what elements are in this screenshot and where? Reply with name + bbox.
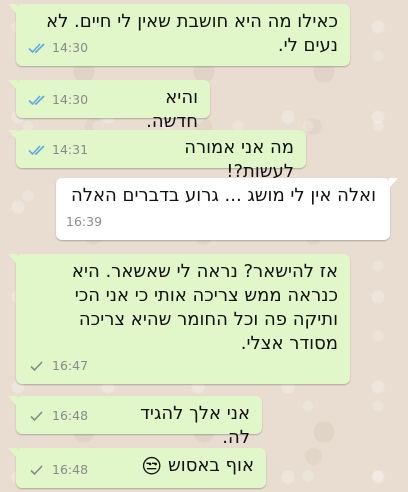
message-time: 14:31	[52, 142, 89, 157]
message-meta: 14:31	[28, 138, 88, 162]
single-check-icon	[28, 410, 48, 422]
message-meta: 14:30	[28, 88, 88, 112]
message-meta: 16:47	[28, 354, 88, 378]
message-time: 16:39	[66, 214, 103, 229]
unamused-face-emoji: 😒	[141, 454, 163, 478]
message-meta: 14:30	[28, 36, 88, 60]
single-check-icon	[28, 464, 48, 476]
message-meta: 16:48	[28, 404, 88, 428]
single-check-icon	[28, 360, 48, 372]
message-time: 16:47	[52, 358, 89, 373]
double-check-icon	[28, 42, 48, 54]
double-check-icon	[28, 94, 48, 106]
message-meta: 16:48	[28, 458, 88, 482]
message-text: אוף באסוש	[168, 455, 254, 476]
message-meta: 16:39	[66, 210, 102, 234]
message-text: ואלה אין לי מושג ... גרוע בדברים האלה	[71, 185, 376, 206]
double-check-icon	[28, 144, 48, 156]
message-bubble-outgoing[interactable]: והיא חדשה. 14:30	[8, 80, 210, 132]
message-bubble-incoming[interactable]: ואלה אין לי מושג ... גרוע בדברים האלה 16…	[56, 178, 398, 240]
message-bubble-outgoing[interactable]: אני אלך להגיד לה. 16:48	[8, 396, 262, 448]
message-time: 14:30	[52, 40, 89, 55]
message-bubble-outgoing[interactable]: אוף באסוש 😒 16:48	[8, 448, 266, 488]
message-bubble-outgoing[interactable]: אז להישאר? נראה לי שאשאר. היא כנראה ממש …	[8, 254, 350, 384]
message-bubble-outgoing[interactable]: מה אני אמורה לעשות?! 14:31	[8, 130, 306, 182]
message-time: 14:30	[52, 92, 89, 107]
message-bubble-outgoing[interactable]: כאילו מה היא חושבת שאין לי חיים. לא נעים…	[8, 4, 350, 66]
message-time: 16:48	[52, 462, 89, 477]
message-time: 16:48	[52, 408, 89, 423]
message-text: אז להישאר? נראה לי שאשאר. היא כנראה ממש …	[71, 261, 338, 354]
